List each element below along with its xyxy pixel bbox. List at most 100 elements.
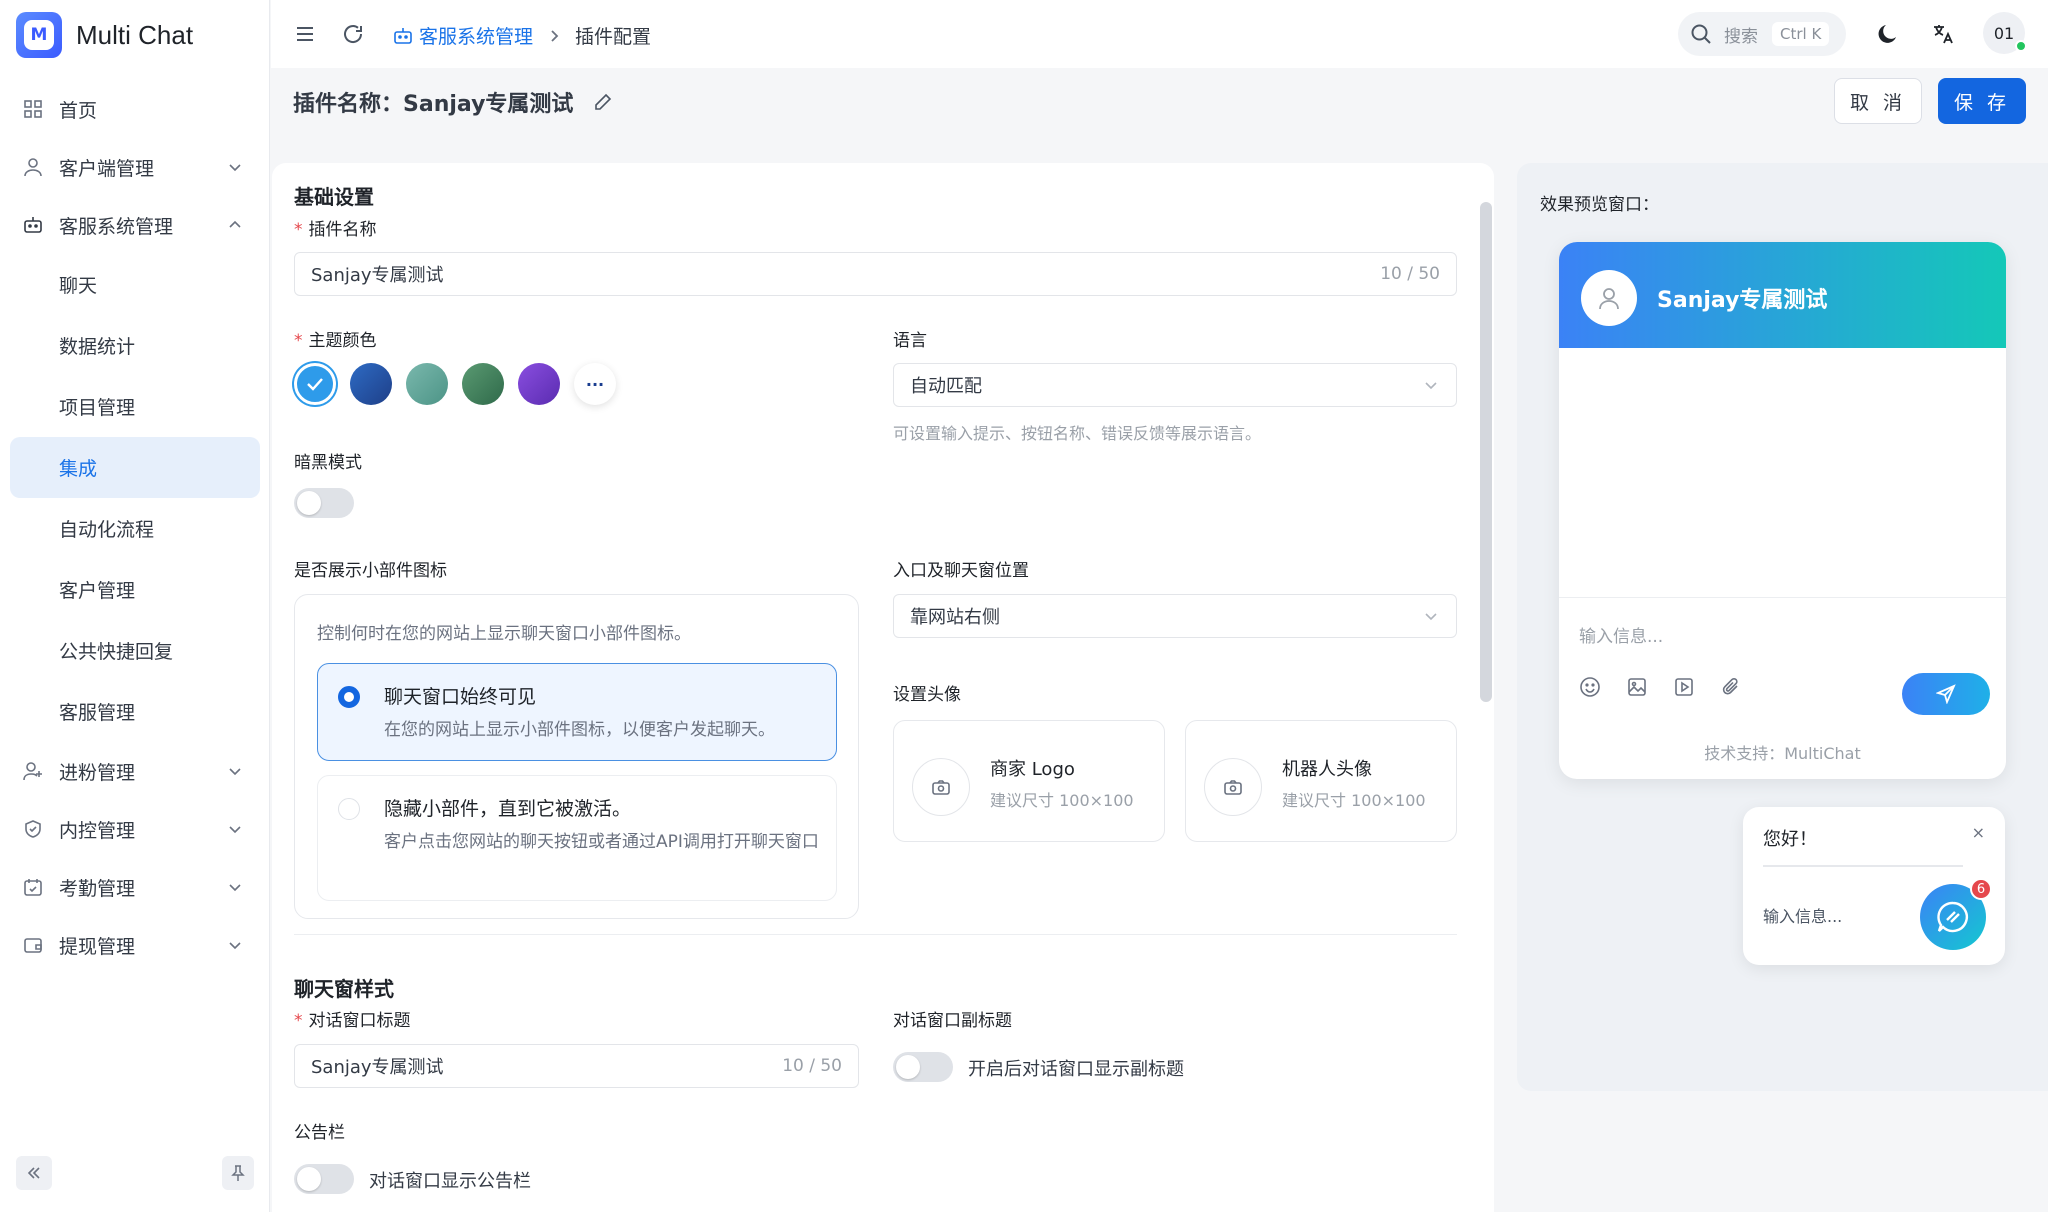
- sidebar-sub-statistics[interactable]: 数据统计: [10, 315, 260, 376]
- sidebar-sub-agents[interactable]: 客服管理: [10, 681, 260, 742]
- user-avatar[interactable]: 01: [1983, 12, 2027, 54]
- chevron-down-icon: [226, 158, 244, 176]
- position-value: 靠网站右侧: [910, 607, 1000, 628]
- sidebar-item-label: 考勤管理: [59, 877, 136, 900]
- emoji-icon[interactable]: [1579, 676, 1603, 700]
- page-title-text: 插件名称：Sanjay专属测试: [293, 92, 574, 117]
- radio-selected[interactable]: [338, 686, 360, 708]
- dialog-subtitle-label: 对话窗口副标题: [893, 1011, 1012, 1031]
- section-title-basic: 基础设置: [294, 185, 374, 209]
- collapse-sidebar-button[interactable]: [16, 1156, 52, 1190]
- widget-option-always-visible[interactable]: 聊天窗口始终可见 在您的网站上显示小部件图标，以便客户发起聊天。: [317, 663, 837, 761]
- sidebar-item-leads[interactable]: 进粉管理: [10, 742, 260, 800]
- calendar-icon: [22, 876, 44, 898]
- breadcrumb-label: 客服系统管理: [419, 26, 534, 48]
- sidebar-item-internal-control[interactable]: 内控管理: [10, 800, 260, 858]
- char-count: 10 / 50: [1380, 264, 1440, 284]
- language-hint: 可设置输入提示、按钮名称、错误反馈等展示语言。: [893, 424, 1262, 443]
- theme-swatch-blue[interactable]: [294, 363, 336, 405]
- language-label: 语言: [893, 331, 927, 351]
- sidebar-item-home[interactable]: 首页: [10, 80, 260, 138]
- chat-input-placeholder[interactable]: 输入信息...: [1579, 622, 1663, 647]
- theme-swatch-green[interactable]: [462, 363, 504, 405]
- language-value: 自动匹配: [910, 376, 982, 397]
- theme-swatch-teal[interactable]: [406, 363, 448, 405]
- online-status-dot: [2015, 40, 2027, 52]
- pin-icon: [231, 1165, 245, 1181]
- sidebar-item-cs-system[interactable]: 客服系统管理: [10, 196, 260, 254]
- dialog-subtitle-toggle[interactable]: [893, 1052, 953, 1082]
- app-name: Multi Chat: [76, 19, 194, 50]
- sidebar-sub-customers[interactable]: 客户管理: [10, 559, 260, 620]
- merchant-logo-upload[interactable]: 商家 Logo 建议尺寸 100×100: [893, 720, 1165, 842]
- language-select[interactable]: 自动匹配: [893, 363, 1457, 407]
- sidebar-menu: 首页 客户端管理 客服系统管理 聊天 数据统计 项目管理 集成 自动化流程 客户…: [10, 80, 260, 974]
- attachment-icon[interactable]: [1720, 676, 1744, 700]
- double-chevron-left-icon: [27, 1167, 40, 1179]
- section-divider: [294, 934, 1457, 935]
- image-icon[interactable]: [1626, 676, 1650, 700]
- camera-icon: [912, 758, 970, 816]
- radio-unselected[interactable]: [338, 798, 360, 820]
- chevron-up-icon: [226, 216, 244, 234]
- chat-avatar: [1581, 270, 1637, 326]
- sidebar-item-label: 客户端管理: [59, 157, 155, 180]
- menu-icon[interactable]: [293, 22, 317, 46]
- chevron-down-icon: [226, 762, 244, 780]
- dialog-title-value: Sanjay专属测试: [311, 1057, 444, 1078]
- plugin-name-input[interactable]: Sanjay专属测试 10 / 50: [294, 252, 1457, 296]
- sidebar-sub-chat[interactable]: 聊天: [10, 254, 260, 315]
- more-colors-button[interactable]: ···: [574, 363, 616, 405]
- notice-toggle[interactable]: [294, 1164, 354, 1194]
- scrollbar[interactable]: [1480, 202, 1492, 702]
- send-button[interactable]: [1902, 673, 1990, 715]
- translate-icon[interactable]: [1931, 22, 1955, 46]
- sidebar-item-label: 内控管理: [59, 819, 136, 842]
- sidebar-item-clients[interactable]: 客户端管理: [10, 138, 260, 196]
- upload-hint: 建议尺寸 100×100: [990, 791, 1134, 810]
- user-icon: [1599, 288, 1619, 310]
- chat-window-preview: Sanjay专属测试 输入信息... 技术支持：MultiChat: [1559, 242, 2006, 779]
- dark-mode-toggle[interactable]: [294, 488, 354, 518]
- moon-icon[interactable]: [1876, 22, 1900, 46]
- dialog-title-label: * 对话窗口标题: [294, 1011, 411, 1031]
- cancel-button[interactable]: 取 消: [1834, 78, 1922, 124]
- theme-swatch-purple[interactable]: [518, 363, 560, 405]
- bubble-input-placeholder[interactable]: 输入信息...: [1763, 903, 1842, 927]
- sidebar-item-attendance[interactable]: 考勤管理: [10, 858, 260, 916]
- plugin-name-label: * 插件名称: [294, 220, 377, 240]
- option-title: 聊天窗口始终可见: [384, 686, 537, 708]
- video-icon[interactable]: [1673, 676, 1697, 700]
- widget-option-hidden-until-activated[interactable]: 隐藏小部件，直到它被激活。 客户点击您网站的聊天按钮或者通过API调用打开聊天窗…: [317, 775, 837, 901]
- camera-icon: [1204, 758, 1262, 816]
- breadcrumb: 客服系统管理 插件配置: [393, 22, 651, 49]
- theme-swatch-navy[interactable]: [350, 363, 392, 405]
- plugin-name-value: Sanjay专属测试: [311, 265, 444, 286]
- breadcrumb-item-cs-system[interactable]: 客服系统管理: [393, 22, 533, 49]
- bubble-divider: [1763, 865, 1963, 867]
- option-desc: 在您的网站上显示小部件图标，以便客户发起聊天。: [384, 720, 775, 740]
- chevron-down-icon: [226, 878, 244, 896]
- position-select[interactable]: 靠网站右侧: [893, 594, 1457, 638]
- brand[interactable]: M Multi Chat: [16, 12, 193, 58]
- widget-visibility-desc: 控制何时在您的网站上显示聊天窗口小部件图标。: [317, 624, 691, 644]
- save-button[interactable]: 保 存: [1938, 78, 2026, 124]
- chevron-down-icon: [1422, 376, 1440, 394]
- sidebar: M Multi Chat 首页 客户端管理 客服系统管理 聊天 数据统计 项目管…: [0, 0, 270, 1212]
- dialog-subtitle-toggle-text: 开启后对话窗口显示副标题: [968, 1059, 1184, 1080]
- dark-mode-label: 暗黑模式: [294, 453, 362, 473]
- dialog-title-input[interactable]: Sanjay专属测试 10 / 50: [294, 1044, 859, 1088]
- close-icon[interactable]: ×: [1972, 823, 1985, 842]
- sidebar-sub-projects[interactable]: 项目管理: [10, 376, 260, 437]
- sidebar-sub-quick-replies[interactable]: 公共快捷回复: [10, 620, 260, 681]
- widget-icon-label: 是否展示小部件图标: [294, 561, 447, 581]
- sidebar-sub-integration[interactable]: 集成: [10, 437, 260, 498]
- sidebar-sub-automation[interactable]: 自动化流程: [10, 498, 260, 559]
- sidebar-item-withdrawal[interactable]: 提现管理: [10, 916, 260, 974]
- wallet-icon: [22, 934, 44, 956]
- pin-sidebar-button[interactable]: [222, 1156, 254, 1190]
- edit-icon[interactable]: [593, 92, 613, 112]
- refresh-icon[interactable]: [341, 22, 365, 46]
- robot-avatar-upload[interactable]: 机器人头像 建议尺寸 100×100: [1185, 720, 1457, 842]
- search-box[interactable]: 搜索 Ctrl K: [1678, 12, 1846, 56]
